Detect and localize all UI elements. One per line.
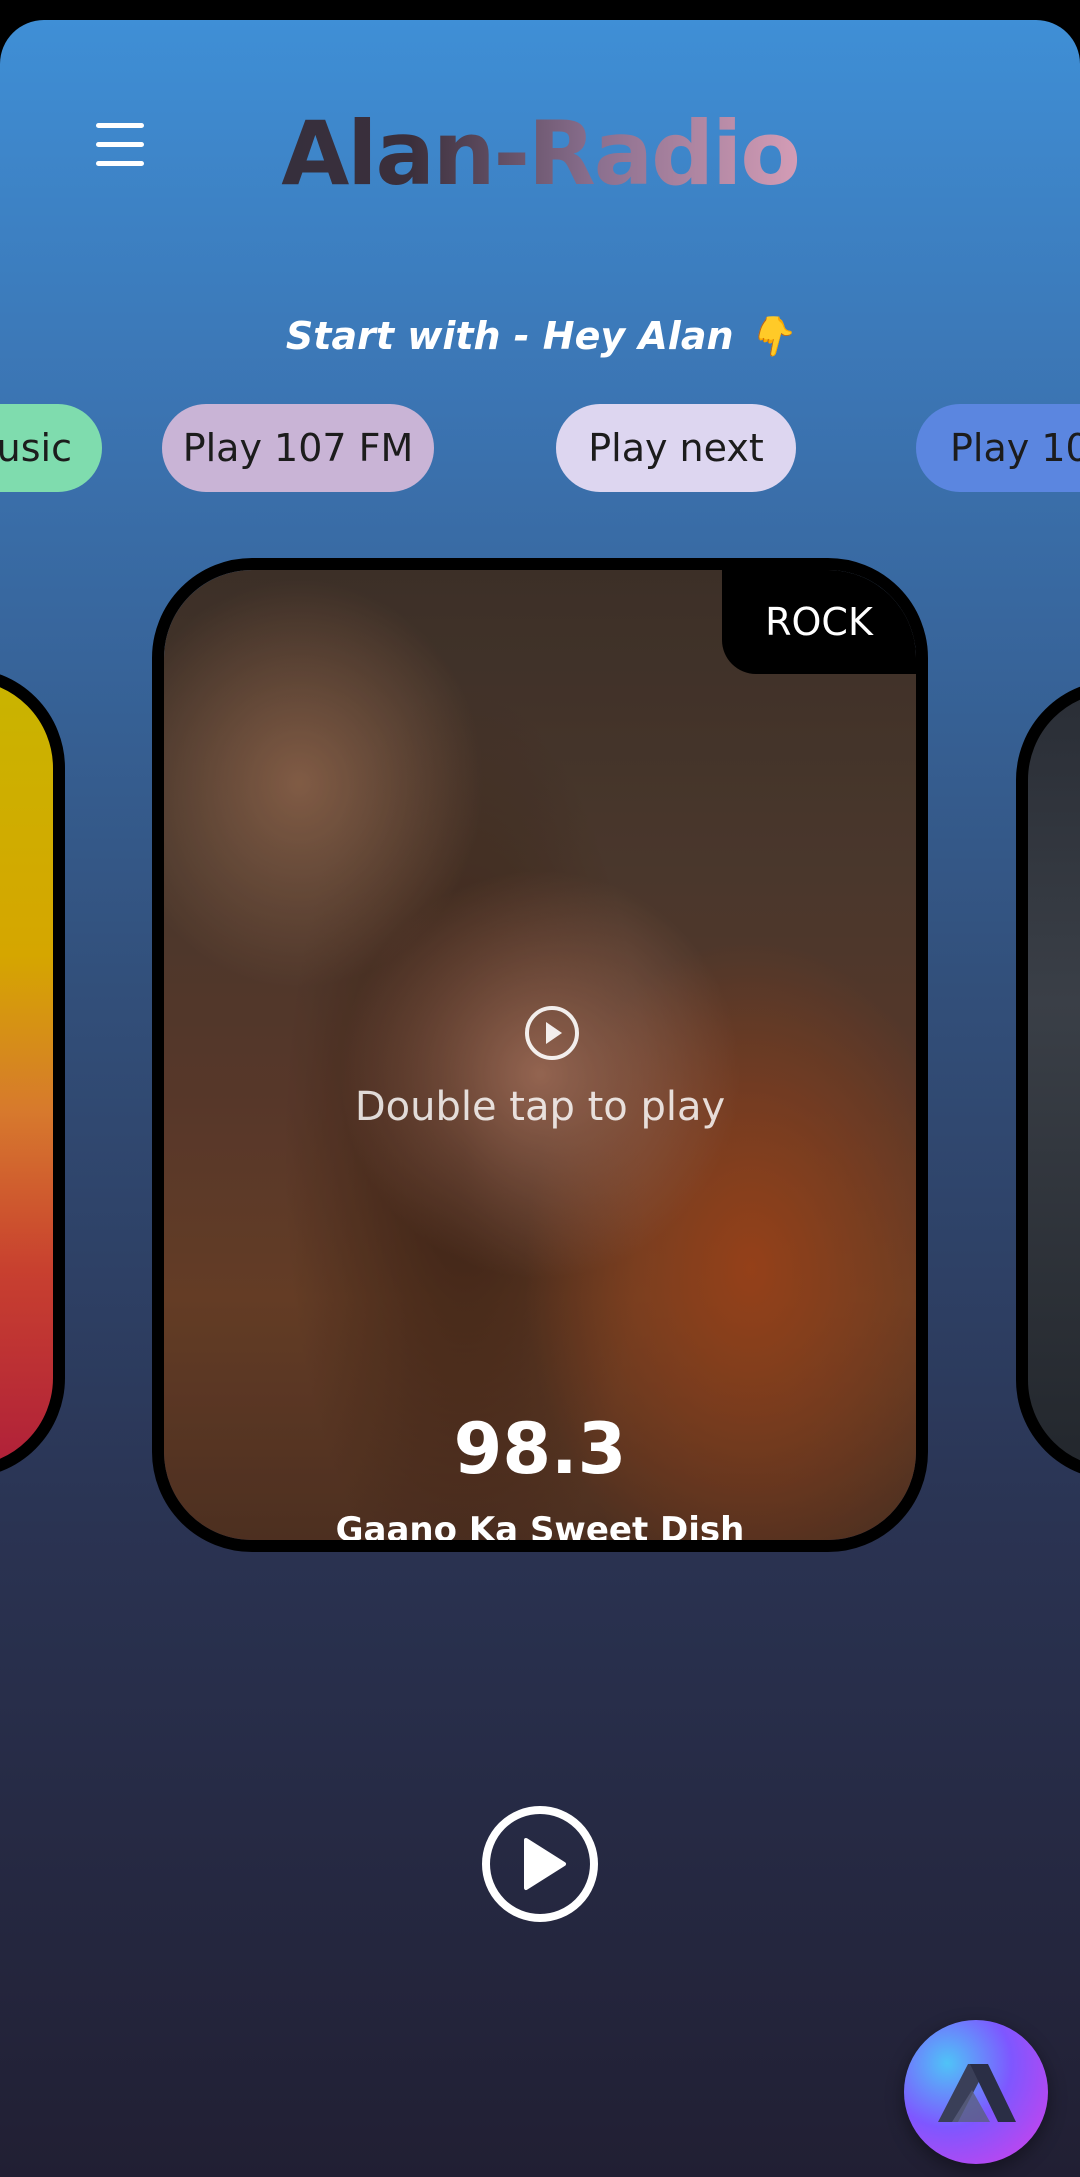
chip-play-107-fm[interactable]: Play 107 FM bbox=[162, 404, 434, 492]
play-button[interactable] bbox=[480, 1804, 600, 1924]
genre-badge: ROCK bbox=[722, 570, 916, 674]
alan-assistant-button[interactable] bbox=[904, 2020, 1048, 2164]
play-circle-icon bbox=[525, 1006, 579, 1060]
station-card-previous[interactable] bbox=[0, 668, 65, 1478]
chip-label: Play 107 FM bbox=[182, 426, 414, 470]
suggestion-chips: Play music Play 107 FM Play next Play 10… bbox=[0, 404, 1080, 494]
chip-play-104-fm[interactable]: Play 104 FM bbox=[916, 404, 1080, 492]
chip-label: Play 104 FM bbox=[950, 426, 1080, 470]
app-screen: Alan-Radio Start with - Hey Alan 👇 Play … bbox=[0, 20, 1080, 2177]
alan-logo-icon bbox=[938, 2064, 1016, 2122]
voice-hint-subtitle: Start with - Hey Alan 👇 bbox=[285, 314, 795, 358]
app-title: Alan-Radio bbox=[0, 102, 1080, 205]
station-frequency: 98.3 bbox=[453, 1408, 627, 1490]
station-card-next[interactable] bbox=[1016, 680, 1080, 1480]
double-tap-hint: Double tap to play bbox=[354, 1084, 726, 1130]
chip-label: Play music bbox=[0, 426, 72, 470]
station-card-current[interactable]: ROCK Double tap to play 98.3 Gaano Ka Sw… bbox=[152, 558, 928, 1552]
station-name: Gaano Ka Sweet Dish bbox=[335, 1510, 745, 1550]
chip-label: Play next bbox=[588, 426, 764, 470]
chip-play-music[interactable]: Play music bbox=[0, 404, 102, 492]
chip-play-next[interactable]: Play next bbox=[556, 404, 796, 492]
